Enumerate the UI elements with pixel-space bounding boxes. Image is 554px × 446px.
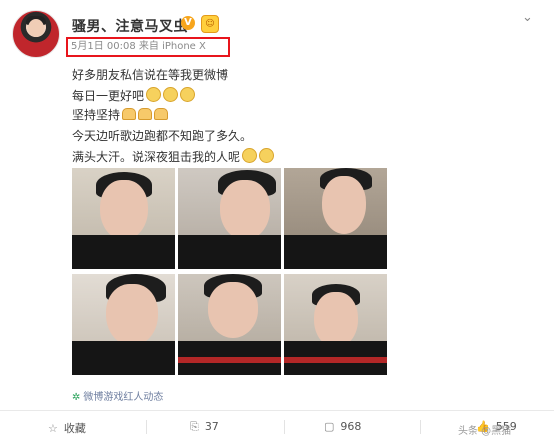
flex-arm-icon xyxy=(154,108,169,120)
post-photo-4[interactable] xyxy=(72,274,175,375)
post-photo-1[interactable] xyxy=(72,168,175,269)
watermark: 头条 @黑猫 xyxy=(458,426,512,437)
flex-arm-icon xyxy=(138,108,153,120)
post-meta: 5月1日 00:08 来自 iPhone X xyxy=(71,41,206,52)
post-line-5: 满头大汗。说深夜狙击我的人呢 xyxy=(72,148,275,165)
post-photo-6[interactable] xyxy=(284,274,387,375)
action-separator xyxy=(420,420,421,434)
emoji-icon xyxy=(163,87,179,102)
post-line-3: 坚持坚持 xyxy=(72,106,169,123)
post-photo-5[interactable] xyxy=(178,274,281,375)
post-photo-3[interactable] xyxy=(284,168,387,269)
star-icon: ☆ xyxy=(48,422,58,435)
comment-button[interactable]: ▢ 968 xyxy=(324,420,361,433)
action-separator xyxy=(146,420,147,434)
avatar[interactable] xyxy=(12,10,60,58)
share-button[interactable]: ⎘ 37 xyxy=(190,420,219,434)
post-line-1: 好多朋友私信说在等我更微博 xyxy=(72,68,229,82)
action-separator xyxy=(284,420,285,434)
avatar-face xyxy=(28,19,44,37)
flex-arm-icon xyxy=(122,108,137,120)
collect-button[interactable]: ☆ 收藏 xyxy=(48,420,86,436)
emoji-icon xyxy=(146,87,162,102)
post-meta-highlight: 5月1日 00:08 来自 iPhone X xyxy=(66,37,230,57)
emoji-icon xyxy=(259,148,275,163)
share-icon: ⎘ xyxy=(190,420,199,433)
level-badge-icon: ☺ xyxy=(201,15,219,33)
emoji-icon xyxy=(242,148,258,163)
username[interactable]: 骚男、注意马叉虫 xyxy=(72,16,188,36)
post-photo-2[interactable] xyxy=(178,168,281,269)
topic-link[interactable]: ✲ 微博游戏红人动态 xyxy=(72,388,163,403)
action-bar-divider xyxy=(0,410,554,411)
verified-badge-icon: V xyxy=(181,16,195,30)
comment-icon: ▢ xyxy=(324,420,335,433)
chevron-down-icon[interactable]: ⌄ xyxy=(522,10,536,25)
post-line-4: 今天边听歌边跑都不知跑了多久。 xyxy=(72,129,253,143)
post-line-2: 每日一更好吧 xyxy=(72,87,196,104)
topic-icon: ✲ xyxy=(72,392,81,403)
emoji-icon xyxy=(180,87,196,102)
